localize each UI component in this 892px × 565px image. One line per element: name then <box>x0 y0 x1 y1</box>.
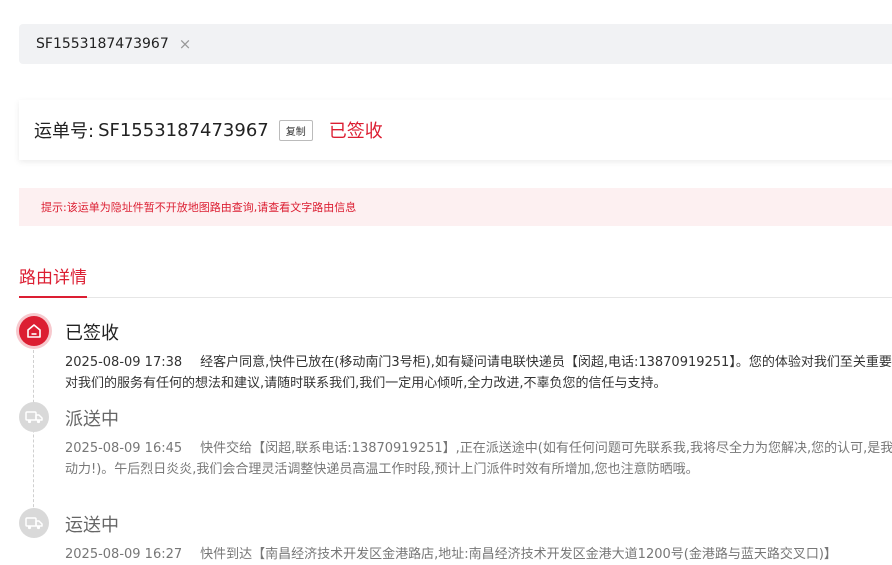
waybill-status: 已签收 <box>328 121 383 142</box>
timeline-time: 2025-08-09 16:45 <box>65 441 183 456</box>
waybill-label: 运单号: <box>34 121 95 142</box>
timeline-status: 运送中 <box>65 515 119 536</box>
tab-route-details[interactable]: 路由详情 <box>19 263 87 298</box>
search-bar[interactable]: SF1553187473967 × <box>19 24 892 64</box>
delivery-truck-icon <box>19 508 49 538</box>
search-tag[interactable]: SF1553187473967 × <box>36 35 191 53</box>
search-tag-value: SF1553187473967 <box>36 36 169 52</box>
timeline-time: 2025-08-09 17:38 <box>65 355 183 370</box>
timeline-status: 派送中 <box>65 409 119 430</box>
timeline-time: 2025-08-09 16:27 <box>65 547 183 562</box>
house-icon <box>19 316 49 346</box>
timeline-connector <box>33 350 34 532</box>
section-tabs: 路由详情 <box>19 258 892 298</box>
timeline-detail: 2025-08-09 17:38 经客户同意,快件已放在(移动南门3号柜),如有疑… <box>65 352 892 394</box>
timeline-status: 已签收 <box>65 323 119 344</box>
timeline-text: 经客户同意,快件已放在(移动南门3号柜),如有疑问请电联快递员【闵超,电话:13… <box>65 355 892 391</box>
notice-text: 提示:该运单为隐址件暂不开放地图路由查询,请查看文字路由信息 <box>41 201 357 214</box>
timeline-detail: 2025-08-09 16:45 快件交给【闵超,联系电话:13870919251… <box>65 438 892 480</box>
copy-button[interactable]: 复制 <box>278 119 313 141</box>
close-icon[interactable]: × <box>179 35 192 53</box>
timeline-text: 快件到达【南昌经济技术开发区金港路店,地址:南昌经济技术开发区金港大道1200号… <box>200 547 837 562</box>
timeline-text: 快件交给【闵超,联系电话:13870919251】,正在派送途中(如有任何问题可… <box>65 441 892 477</box>
timeline-detail: 2025-08-09 16:27 快件到达【南昌经济技术开发区金港路店,地址:南昌… <box>65 544 892 565</box>
delivery-truck-icon <box>19 402 49 432</box>
privacy-notice: 提示:该运单为隐址件暂不开放地图路由查询,请查看文字路由信息 <box>19 188 892 226</box>
waybill-number: SF1553187473967 <box>98 119 269 141</box>
waybill-card: 运单号: SF1553187473967 复制 已签收 <box>19 100 892 160</box>
